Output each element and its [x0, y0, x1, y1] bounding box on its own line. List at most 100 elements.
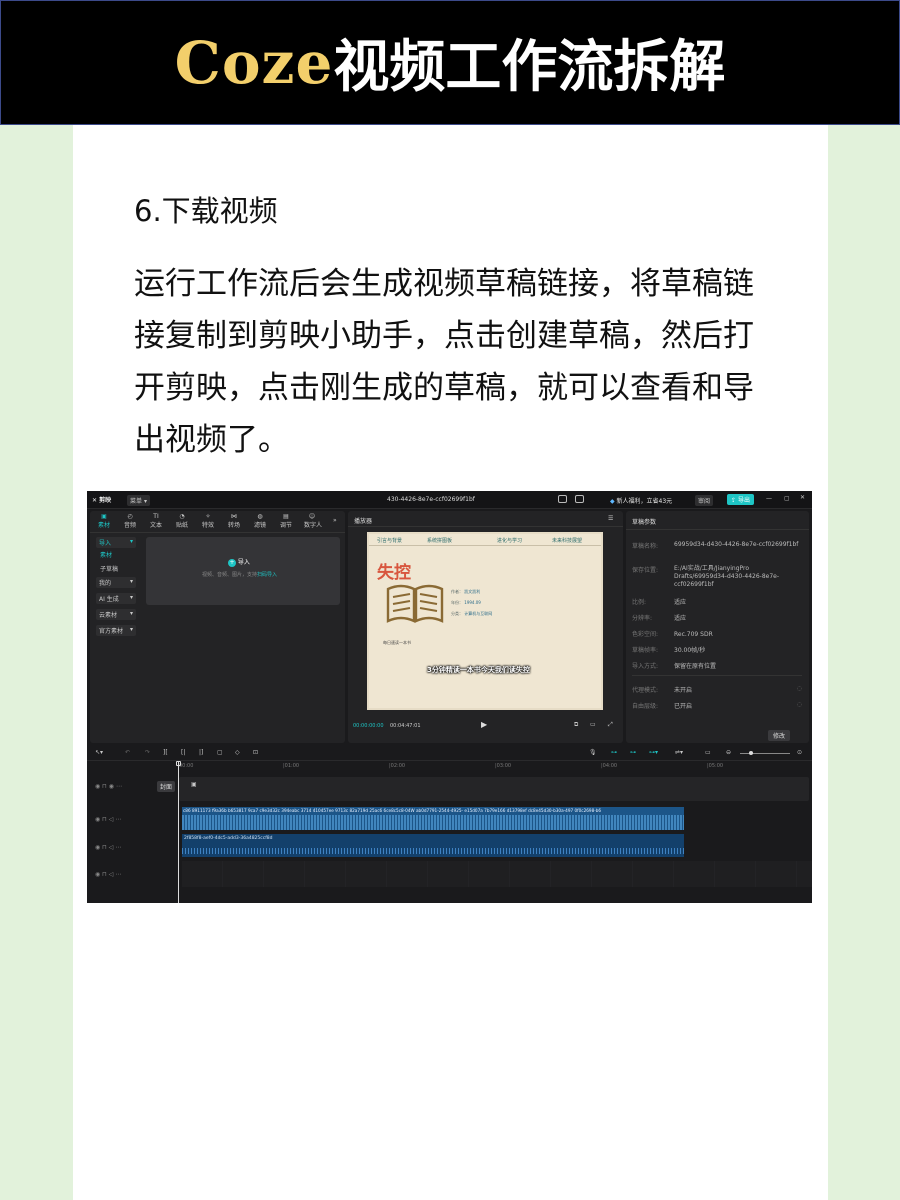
book-tab-1: 引言与背景 — [377, 538, 403, 544]
minimize-icon[interactable]: — — [766, 495, 772, 502]
snap-icon[interactable]: ⇌▾ — [675, 749, 683, 756]
video-preview[interactable]: 引言与背景 系统拼图板 进化与学习 未来科技展望 失控 作者： 凯文凯利 年份：… — [367, 532, 603, 710]
play-icon[interactable]: ▶ — [481, 720, 487, 729]
tool-audio[interactable]: ◴ 音频 — [122, 513, 138, 529]
import-hint: 视频、音频、图片，支持扫码导入 — [202, 572, 278, 578]
left-menu-official[interactable]: 官方素材 ▾ — [96, 625, 136, 636]
shortcut-icon[interactable] — [575, 495, 584, 503]
export-button[interactable]: ⇪ 导出 — [727, 494, 754, 505]
fullscreen-crop-icon[interactable]: ⧉ — [574, 721, 578, 729]
audio-track[interactable]: 2f858f8-aef0-4dc5-add3-36a4825ccf8d — [182, 834, 684, 857]
empty-track[interactable] — [182, 861, 812, 887]
param-row-import: 导入方式: 保留在原有位置 — [632, 663, 717, 670]
adjust-icon: ▤ — [283, 513, 289, 520]
lock-icon[interactable]: ⊓ — [102, 783, 107, 790]
review-label: 审阅 — [698, 498, 711, 505]
more-icon[interactable]: ⋯ — [116, 783, 122, 790]
redo-icon[interactable]: ↷ — [145, 749, 150, 756]
zoom-slider[interactable] — [740, 751, 790, 755]
split-icon[interactable]: ][ — [163, 749, 168, 756]
preview-axis-icon[interactable]: ⊶▾ — [649, 749, 658, 756]
modify-button[interactable]: 修改 — [768, 730, 791, 741]
cover-button[interactable]: 封面 — [157, 781, 176, 792]
more-icon[interactable]: ⋯ — [115, 816, 121, 823]
video-clip-track[interactable]: c86 8911173 f9a36b b653817 9ca7 c9e3d32c… — [182, 807, 684, 830]
layout-icon[interactable] — [558, 495, 567, 503]
filter-icon: ◍ — [257, 513, 263, 520]
import-dropzone[interactable]: + 导入 视频、音频、图片，支持扫码导入 — [146, 537, 340, 605]
split-right-icon[interactable]: |] — [199, 749, 203, 756]
left-menu-ai[interactable]: AI 生成 ▾ — [96, 593, 136, 604]
visibility-icon[interactable]: ◉ — [95, 816, 100, 823]
promo-text: 新人福利，立省43元 — [616, 498, 673, 505]
caption-icon[interactable]: ▭ — [705, 749, 711, 756]
menu-button[interactable]: 菜单 ▾ — [127, 495, 150, 506]
close-icon[interactable]: ✕ — [800, 494, 805, 501]
player-menu-icon[interactable]: ☰ — [608, 515, 613, 522]
chevron-down-icon: ▾ — [143, 498, 147, 505]
playhead[interactable] — [178, 761, 179, 903]
left-menu-mine[interactable]: 我的 ▾ — [96, 577, 136, 588]
app-name: 剪映 — [99, 497, 112, 504]
visibility-icon[interactable]: ◉ — [95, 783, 100, 790]
split-left-icon[interactable]: [| — [181, 749, 185, 756]
media-icon: ▣ — [101, 513, 107, 520]
link-audio-icon[interactable]: ⊶ — [630, 749, 636, 756]
zoom-slider-handle[interactable] — [749, 751, 753, 755]
left-menu-import[interactable]: 导入 ▾ — [96, 537, 136, 548]
upload-icon: ⇪ — [731, 497, 737, 504]
book-tabs: 引言与背景 系统拼图板 进化与学习 未来科技展望 — [369, 534, 601, 546]
mark-icon[interactable]: ◇ — [235, 749, 240, 756]
tool-media[interactable]: ▣ 素材 — [96, 513, 112, 529]
param-row-proxy: 代理模式: 未开启 ◌ — [632, 685, 802, 694]
link-main-track-icon[interactable]: ⊶ — [611, 749, 617, 756]
tool-sticker[interactable]: ◔ 贴纸 — [174, 513, 190, 529]
qr-import-link[interactable]: 扫码导入 — [257, 572, 277, 578]
more-tools-icon[interactable]: » — [333, 517, 337, 524]
info-icon[interactable]: ◌ — [797, 701, 802, 708]
ratio-icon[interactable]: ▭ — [590, 721, 596, 728]
zoom-out-icon[interactable]: ⊖ — [726, 749, 731, 756]
audio-toggle-icon[interactable]: ◁ — [109, 844, 114, 851]
tool-avatar[interactable]: ☺ 数字人 — [304, 513, 322, 529]
tool-effects[interactable]: ✧ 特效 — [200, 513, 216, 529]
crop-icon[interactable]: ⊡ — [253, 749, 258, 756]
book-title: 失控 — [377, 563, 411, 583]
review-button[interactable]: 审阅 — [695, 495, 714, 506]
left-menu-cloud[interactable]: 云素材 ▾ — [96, 609, 136, 620]
left-menu-media[interactable]: 素材 — [100, 550, 112, 559]
open-book-icon — [386, 584, 444, 623]
cursor-icon[interactable]: ↖▾ — [95, 749, 103, 756]
time-ruler[interactable]: 00:00 |01:00 |02:00 |03:00 |04:00 |05:00 — [179, 763, 812, 773]
info-icon[interactable]: ◌ — [797, 685, 802, 692]
transition-icon: ⋈ — [231, 513, 237, 520]
visibility-icon[interactable]: ◉ — [95, 871, 100, 878]
tool-text[interactable]: TI 文本 — [148, 513, 164, 529]
maximize-icon[interactable]: ▢ — [784, 495, 790, 502]
mic-icon[interactable]: 🎙 — [589, 749, 597, 756]
draft-params-panel: 草稿参数 草稿名称: 69959d34-d430-4426-8e7e-ccf02… — [626, 511, 809, 743]
more-icon[interactable]: ⋯ — [115, 871, 121, 878]
lock-icon[interactable]: ⊓ — [102, 844, 107, 851]
eye-icon[interactable]: ◉ — [109, 783, 114, 790]
main-track[interactable]: ▣ — [179, 777, 809, 801]
delete-icon[interactable]: ▢ — [217, 749, 223, 756]
left-menu-subdraft[interactable]: 子草稿 — [100, 564, 118, 573]
tool-filter[interactable]: ◍ 滤镜 — [252, 513, 268, 529]
tool-transition[interactable]: ⋈ 转场 — [226, 513, 242, 529]
lock-icon[interactable]: ⊓ — [102, 816, 107, 823]
audio-toggle-icon[interactable]: ◁ — [109, 871, 114, 878]
more-icon[interactable]: ⋯ — [115, 844, 121, 851]
tool-adjust[interactable]: ▤ 调节 — [278, 513, 294, 529]
playhead-handle[interactable] — [176, 761, 181, 766]
visibility-icon[interactable]: ◉ — [95, 844, 100, 851]
lock-icon[interactable]: ⊓ — [102, 871, 107, 878]
audio-toggle-icon[interactable]: ◁ — [109, 816, 114, 823]
promo-banner[interactable]: ◆ 新人福利，立省43元 — [610, 496, 672, 505]
chevron-down-icon: ▾ — [129, 578, 133, 585]
zoom-fit-icon[interactable]: ⊙ — [797, 749, 802, 756]
undo-icon[interactable]: ↶ — [125, 749, 130, 756]
audio-icon: ◴ — [127, 513, 133, 520]
fullscreen-icon[interactable]: ⤢ — [608, 721, 613, 729]
param-row-layer: 自由层级: 已开启 ◌ — [632, 701, 802, 710]
